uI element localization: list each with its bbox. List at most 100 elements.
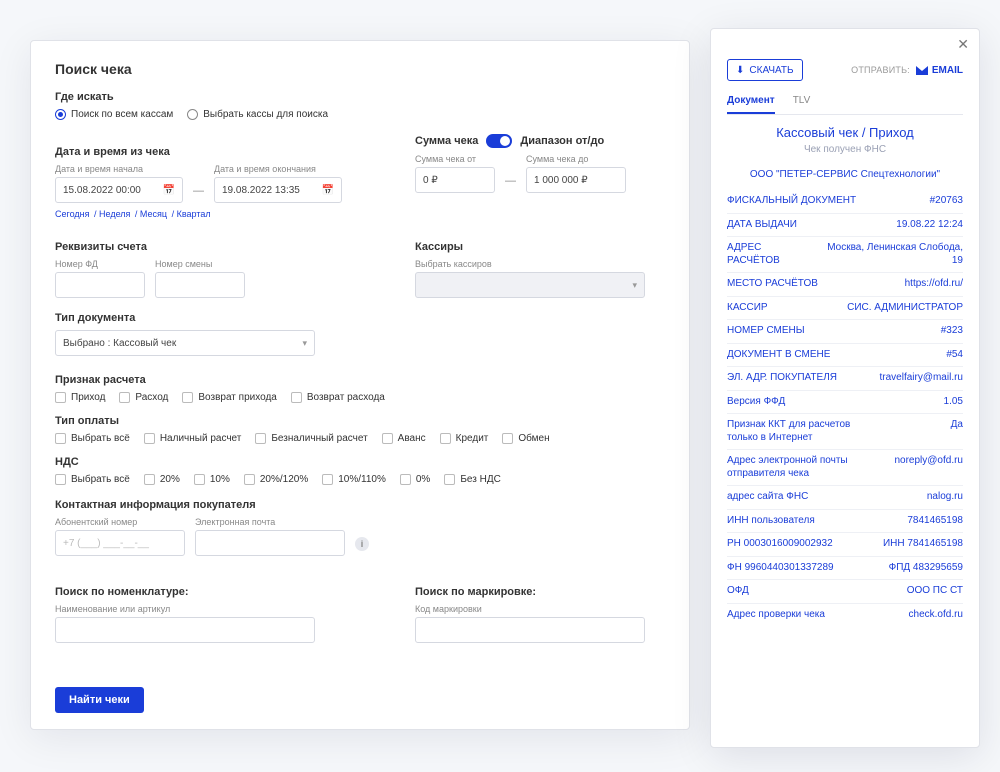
- sum-label: Сумма чека: [415, 135, 478, 147]
- receipt-row-value: #323: [941, 325, 963, 338]
- sum-from-label: Сумма чека от: [415, 154, 495, 164]
- buyer-email-label: Электронная почта: [195, 517, 345, 527]
- paytype-option[interactable]: Аванс: [382, 433, 426, 444]
- receipt-row: Адрес электронной почты отправителя чека…: [727, 449, 963, 485]
- doctype-select[interactable]: Выбрано : Кассовый чек ▾: [55, 330, 315, 356]
- cashiers-label: Кассиры: [415, 241, 665, 253]
- vat-option[interactable]: Выбрать всё: [55, 474, 130, 485]
- paytype-option[interactable]: Безналичный расчет: [255, 433, 367, 444]
- calcsign-option[interactable]: Расход: [119, 392, 168, 403]
- receipt-row: НОМЕР СМЕНЫ #323: [727, 319, 963, 343]
- end-date-input[interactable]: 19.08.2022 13:35 📅: [214, 177, 342, 203]
- paytype-option-label: Наличный расчет: [160, 433, 242, 444]
- vat-option[interactable]: Без НДС: [444, 474, 500, 485]
- receipt-row-value: https://ofd.ru/: [905, 278, 963, 291]
- calcsign-label: Признак расчета: [55, 374, 665, 386]
- checkbox-icon: [382, 433, 393, 444]
- marking-input[interactable]: [415, 617, 645, 643]
- receipt-row-value: Да: [951, 419, 963, 432]
- vat-option[interactable]: 20%/120%: [244, 474, 308, 485]
- buyer-phone-input[interactable]: +7 (___) ___-__-__: [55, 530, 185, 556]
- tab-document[interactable]: Документ: [727, 91, 775, 114]
- paytype-option[interactable]: Выбрать всё: [55, 433, 130, 444]
- receipt-row-value: #20763: [930, 195, 963, 208]
- nomenclature-input[interactable]: [55, 617, 315, 643]
- vat-option[interactable]: 10%/110%: [322, 474, 386, 485]
- paytype-option-label: Аванс: [398, 433, 426, 444]
- datetime-label: Дата и время из чека: [55, 146, 375, 158]
- date-dash: —: [193, 185, 204, 203]
- checkbox-icon: [322, 474, 333, 485]
- start-date-input[interactable]: 15.08.2022 00:00 📅: [55, 177, 183, 203]
- receipt-rows: ФИСКАЛЬНЫЙ ДОКУМЕНТ#20763ДАТА ВЫДАЧИ19.0…: [727, 190, 963, 626]
- receipt-row: КАССИРСИС. АДМИНИСТРАТОР: [727, 296, 963, 320]
- where-label: Где искать: [55, 91, 665, 103]
- chevron-down-icon: ▾: [302, 338, 307, 349]
- radio-label: Выбрать кассы для поиска: [203, 109, 328, 120]
- receipt-row-key: Признак ККТ для расчетов только в Интерн…: [727, 419, 857, 444]
- paytype-option[interactable]: Обмен: [502, 433, 549, 444]
- receipt-row-key: РН 0003016009002932: [727, 538, 833, 551]
- download-icon: ⬇: [736, 65, 744, 76]
- receipt-row: Адрес проверки чекаcheck.ofd.ru: [727, 603, 963, 627]
- find-checks-button[interactable]: Найти чеки: [55, 687, 144, 713]
- vat-option[interactable]: 20%: [144, 474, 180, 485]
- vat-options: Выбрать всё 20% 10% 20%/120% 10%/110% 0% Без Н…: [55, 474, 665, 485]
- sum-range-toggle[interactable]: [486, 134, 512, 148]
- checkbox-icon: [55, 392, 66, 403]
- buyer-email-input[interactable]: [195, 530, 345, 556]
- cashiers-placeholder-label: Выбрать кассиров: [415, 259, 665, 269]
- vat-option[interactable]: 10%: [194, 474, 230, 485]
- vat-option-label: Выбрать всё: [71, 474, 130, 485]
- receipt-row-key: ФН 9960440301337289: [727, 562, 834, 575]
- receipt-row-key: Адрес электронной почты отправителя чека: [727, 455, 857, 480]
- radio-search-pick[interactable]: Выбрать кассы для поиска: [187, 109, 328, 120]
- receipt-row-key: НОМЕР СМЕНЫ: [727, 325, 805, 338]
- fd-input[interactable]: [55, 272, 145, 298]
- info-icon[interactable]: i: [355, 537, 369, 551]
- receipt-row-value: check.ofd.ru: [909, 609, 963, 622]
- receipt-panel: ✕ ⬇ СКАЧАТЬ ОТПРАВИТЬ: EMAIL Документ TL…: [710, 28, 980, 748]
- receipt-row: РН 0003016009002932 ИНН 7841465198: [727, 532, 963, 556]
- calcsign-option[interactable]: Приход: [55, 392, 105, 403]
- quick-week[interactable]: Неделя: [99, 209, 130, 219]
- paytype-label: Тип оплаты: [55, 415, 665, 427]
- cashiers-select[interactable]: ▾: [415, 272, 645, 298]
- shift-input[interactable]: [155, 272, 245, 298]
- email-icon: [916, 66, 928, 75]
- send-email-link[interactable]: EMAIL: [916, 65, 963, 76]
- buyer-label: Контактная информация покупателя: [55, 499, 665, 511]
- quick-quarter[interactable]: Квартал: [177, 209, 211, 219]
- quick-date-links: Сегодня / Неделя / Месяц / Квартал: [55, 209, 375, 219]
- receipt-row-key: КАССИР: [727, 302, 768, 315]
- vat-label: НДС: [55, 456, 665, 468]
- receipt-row-key: ДОКУМЕНТ В СМЕНЕ: [727, 349, 830, 362]
- receipt-row-key: ДАТА ВЫДАЧИ: [727, 219, 797, 232]
- receipt-row: ФИСКАЛЬНЫЙ ДОКУМЕНТ#20763: [727, 190, 963, 213]
- quick-month[interactable]: Месяц: [140, 209, 167, 219]
- receipt-row-key: МЕСТО РАСЧЁТОВ: [727, 278, 818, 291]
- close-icon[interactable]: ✕: [957, 37, 969, 51]
- calcsign-option[interactable]: Возврат прихода: [182, 392, 276, 403]
- checkbox-icon: [244, 474, 255, 485]
- receipt-row-value: Москва, Ленинская Слобода, 19: [821, 242, 963, 267]
- checkbox-icon: [444, 474, 455, 485]
- radio-label: Поиск по всем кассам: [71, 109, 173, 120]
- receipt-row-value: ИНН 7841465198: [883, 538, 963, 551]
- tab-tlv[interactable]: TLV: [793, 91, 811, 114]
- paytype-option[interactable]: Кредит: [440, 433, 489, 444]
- sum-from-input[interactable]: 0 ₽: [415, 167, 495, 193]
- download-button[interactable]: ⬇ СКАЧАТЬ: [727, 59, 803, 81]
- paytype-option[interactable]: Наличный расчет: [144, 433, 242, 444]
- receipt-title: Кассовый чек / Приход: [727, 125, 963, 140]
- quick-today[interactable]: Сегодня: [55, 209, 90, 219]
- download-label: СКАЧАТЬ: [749, 65, 793, 76]
- checkbox-icon: [440, 433, 451, 444]
- vat-option[interactable]: 0%: [400, 474, 430, 485]
- sum-to-input[interactable]: 1 000 000 ₽: [526, 167, 626, 193]
- start-date-value: 15.08.2022 00:00: [63, 185, 141, 196]
- radio-search-all[interactable]: Поиск по всем кассам: [55, 109, 173, 120]
- receipt-row: Версия ФФД1.05: [727, 390, 963, 414]
- calcsign-option[interactable]: Возврат расхода: [291, 392, 385, 403]
- end-date-value: 19.08.2022 13:35: [222, 185, 300, 196]
